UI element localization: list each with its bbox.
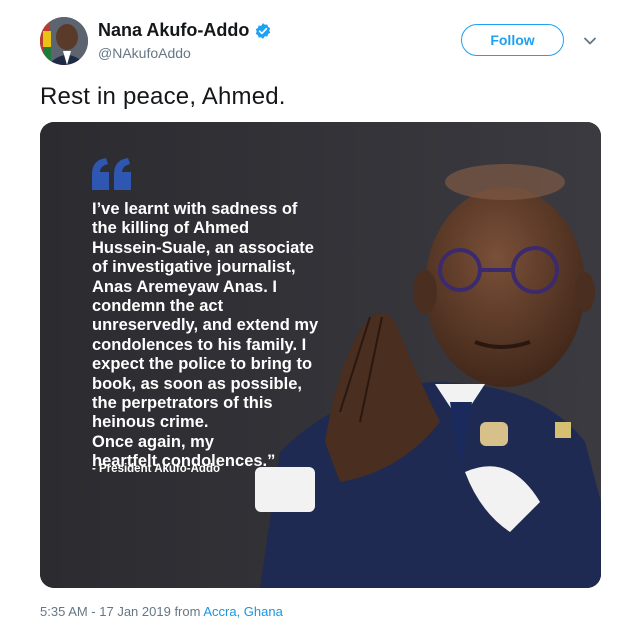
quote-line: condolences to his family. I xyxy=(92,335,307,354)
quote-line: unreservedly, and extend my xyxy=(92,316,319,335)
quote-line: I’ve learnt with sadness of xyxy=(92,200,298,218)
author-display-name[interactable]: Nana Akufo-Addo xyxy=(98,20,249,41)
quote-line: expect the police to bring to xyxy=(92,355,313,374)
quote-line: the killing of Ahmed xyxy=(92,219,250,238)
follow-button[interactable]: Follow xyxy=(461,24,564,56)
quote-text: I’ve learnt with sadness of the killing … xyxy=(92,200,352,472)
avatar[interactable] xyxy=(40,17,88,65)
quote-line: condemn the act xyxy=(92,297,224,316)
author-handle[interactable]: @NAkufoAddo xyxy=(98,45,191,61)
location-link[interactable]: Accra, Ghana xyxy=(203,604,283,619)
chevron-down-icon[interactable] xyxy=(582,33,598,49)
tweet-media-image[interactable]: I’ve learnt with sadness of the killing … xyxy=(40,122,601,588)
quote-line: book, as soon as possible, xyxy=(92,374,302,393)
quote-mark-icon xyxy=(92,158,132,190)
quote-line: of investigative journalist, xyxy=(92,258,296,277)
author-name-row: Nana Akufo-Addo xyxy=(98,20,272,41)
tweet-text: Rest in peace, Ahmed. xyxy=(40,83,286,110)
tweet-footer: 5:35 AM - 17 Jan 2019 from Accra, Ghana xyxy=(40,604,283,619)
verified-badge-icon xyxy=(254,22,272,40)
quote-line: Once again, my xyxy=(92,432,214,451)
quote-line: Hussein-Suale, an associate xyxy=(92,238,314,257)
quote-attribution: - President Akufo-Addo xyxy=(92,463,220,475)
from-label: from xyxy=(174,604,201,619)
quote-line: heinous crime. xyxy=(92,413,209,432)
quote-line: the perpetrators of this xyxy=(92,394,273,413)
timestamp[interactable]: 5:35 AM - 17 Jan 2019 xyxy=(40,604,171,619)
quote-line: Anas Aremeyaw Anas. I xyxy=(92,277,277,296)
tweet-card: Nana Akufo-Addo @NAkufoAddo Follow Rest … xyxy=(0,0,641,626)
